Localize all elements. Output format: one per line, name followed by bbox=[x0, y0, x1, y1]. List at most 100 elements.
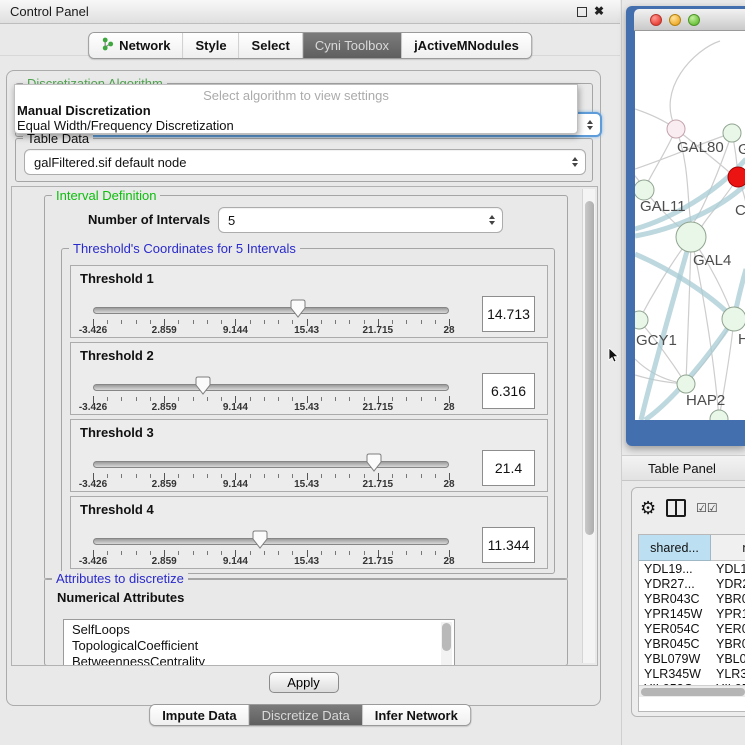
algorithm-option[interactable]: Equal Width/Frequency Discretization bbox=[17, 118, 234, 133]
settings-vertical-scrollbar[interactable] bbox=[582, 189, 595, 663]
table-cell-name[interactable]: YER054C bbox=[716, 622, 745, 637]
tick-mark bbox=[392, 320, 393, 324]
attribute-list-item[interactable]: BetweennessCentrality bbox=[72, 654, 454, 666]
table-row[interactable]: YDR27... YDR27... bbox=[639, 577, 745, 592]
table-row[interactable]: YLR345W YLR345W bbox=[639, 667, 745, 682]
table-row[interactable]: YBR045C YBR045C bbox=[639, 637, 745, 652]
network-node-selected[interactable] bbox=[728, 167, 745, 187]
minimize-traffic-light[interactable] bbox=[669, 14, 681, 26]
threshold-slider-track[interactable] bbox=[93, 307, 449, 314]
table-row[interactable]: YDL19... YDL19... bbox=[639, 562, 745, 577]
column-header-name[interactable]: name bbox=[711, 535, 745, 561]
table-row[interactable]: YBL079W YBL079W bbox=[639, 652, 745, 667]
tab-jactivemnodules[interactable]: jActiveMNodules bbox=[402, 33, 531, 58]
tab-network[interactable]: Network bbox=[89, 33, 183, 58]
threshold-value-field[interactable]: 11.344 bbox=[482, 527, 535, 563]
network-node[interactable] bbox=[676, 222, 706, 252]
tick-mark bbox=[364, 320, 365, 324]
threshold-value-field[interactable]: 21.4 bbox=[482, 450, 535, 486]
tab-infer-network[interactable]: Infer Network bbox=[363, 705, 470, 725]
bottom-tab-bar: Impute DataDiscretize DataInfer Network bbox=[149, 704, 471, 726]
cyni-toolbox-panel: Discretization Algorithm Table Data galF… bbox=[6, 70, 601, 706]
tick-mark bbox=[321, 474, 322, 478]
zoom-traffic-light[interactable] bbox=[688, 14, 700, 26]
top-tab-bar: NetworkStyleSelectCyni ToolboxjActiveMNo… bbox=[88, 32, 532, 59]
tick-mark bbox=[221, 397, 222, 401]
tab-cyni-toolbox[interactable]: Cyni Toolbox bbox=[303, 33, 402, 58]
network-node[interactable] bbox=[677, 375, 695, 393]
threshold-value-field[interactable]: 6.316 bbox=[482, 373, 535, 409]
threshold-slider-track[interactable] bbox=[93, 384, 449, 391]
table-cell-shared-name[interactable]: YBR045C bbox=[644, 637, 700, 652]
table-data-combobox[interactable]: galFiltered.sif default node bbox=[24, 149, 586, 175]
network-node[interactable] bbox=[635, 180, 654, 200]
threshold-slider-track[interactable] bbox=[93, 461, 449, 468]
attribute-list-item[interactable]: SelfLoops bbox=[72, 622, 454, 638]
threshold-slider-thumb[interactable] bbox=[195, 376, 211, 395]
table-horizontal-scrollbar[interactable] bbox=[639, 685, 745, 697]
columns-icon[interactable] bbox=[666, 499, 686, 517]
threshold-slider-thumb[interactable] bbox=[366, 453, 382, 472]
tick-label: -3.426 bbox=[79, 479, 107, 490]
network-node[interactable] bbox=[635, 311, 648, 329]
threshold-slider-thumb[interactable] bbox=[252, 530, 268, 549]
table-cell-name[interactable]: YBR043C bbox=[716, 592, 745, 607]
table-cell-shared-name[interactable]: YBR043C bbox=[644, 592, 700, 607]
tick-mark bbox=[364, 397, 365, 401]
float-window-icon[interactable] bbox=[577, 7, 587, 17]
algorithm-option[interactable]: Manual Discretization bbox=[17, 103, 151, 118]
attributes-list-scrollbar[interactable] bbox=[441, 622, 452, 665]
network-node[interactable] bbox=[710, 410, 728, 420]
table-cell-name[interactable]: YDL19... bbox=[716, 562, 745, 577]
scrollbar-thumb[interactable] bbox=[585, 201, 594, 535]
tab-style[interactable]: Style bbox=[183, 33, 239, 58]
table-cell-shared-name[interactable]: YER054C bbox=[644, 622, 700, 637]
tab-discretize-data[interactable]: Discretize Data bbox=[250, 705, 363, 725]
tick-mark bbox=[335, 397, 336, 401]
network-canvas[interactable]: GAL80GGAL11CGAL4GCY1HHAP2 bbox=[635, 31, 745, 420]
algorithm-dropdown-popup: Select algorithm to view settings Manual… bbox=[14, 84, 578, 134]
close-icon[interactable]: ✖ bbox=[594, 4, 604, 18]
table-cell-name[interactable]: YDR27... bbox=[716, 577, 745, 592]
tick-mark bbox=[221, 551, 222, 555]
thresholds-group: Threshold's Coordinates for 5 Intervals … bbox=[61, 248, 555, 574]
select-columns-checkboxes-icon[interactable]: ☑☑ bbox=[696, 501, 718, 515]
close-traffic-light[interactable] bbox=[650, 14, 662, 26]
attribute-list-item[interactable]: TopologicalCoefficient bbox=[72, 638, 454, 654]
mouse-cursor bbox=[608, 348, 620, 364]
tick-mark bbox=[392, 397, 393, 401]
threshold-slider-track[interactable] bbox=[93, 538, 449, 545]
threshold-slider-thumb[interactable] bbox=[290, 299, 306, 318]
table-cell-shared-name[interactable]: YDR27... bbox=[644, 577, 695, 592]
apply-button[interactable]: Apply bbox=[269, 672, 339, 693]
table-cell-name[interactable]: YPR145W bbox=[716, 607, 745, 622]
threshold-value-field[interactable]: 14.713 bbox=[482, 296, 535, 332]
network-window-titlebar[interactable] bbox=[634, 9, 745, 31]
table-cell-shared-name[interactable]: YBL079W bbox=[644, 652, 700, 667]
table-row[interactable]: YPR145W YPR145W bbox=[639, 607, 745, 622]
tab-select[interactable]: Select bbox=[240, 33, 303, 58]
tick-mark bbox=[392, 551, 393, 555]
table-row[interactable]: YBR043C YBR043C bbox=[639, 592, 745, 607]
table-cell-name[interactable]: YBL079W bbox=[716, 652, 745, 667]
network-view-window[interactable]: GAL80GGAL11CGAL4GCY1HHAP2 bbox=[626, 6, 745, 446]
network-node[interactable] bbox=[667, 120, 685, 138]
numerical-attributes-list[interactable]: SelfLoopsTopologicalCoefficientBetweenne… bbox=[63, 619, 455, 666]
network-node[interactable] bbox=[723, 124, 741, 142]
table-cell-name[interactable]: YBR045C bbox=[716, 637, 745, 652]
tick-mark bbox=[193, 320, 194, 324]
column-header-shared-name[interactable]: shared... bbox=[639, 535, 711, 561]
right-column: GAL80GGAL11CGAL4GCY1HHAP2 Table Panel ⚙ … bbox=[621, 0, 745, 745]
table-cell-shared-name[interactable]: YLR345W bbox=[644, 667, 701, 682]
threshold-label: Threshold 3 bbox=[80, 425, 154, 440]
table-cell-name[interactable]: YLR345W bbox=[716, 667, 745, 682]
table-cell-shared-name[interactable]: YDL19... bbox=[644, 562, 693, 577]
table-cell-shared-name[interactable]: YPR145W bbox=[644, 607, 702, 622]
number-of-intervals-combobox[interactable]: 5 bbox=[218, 207, 503, 233]
tab-impute-data[interactable]: Impute Data bbox=[150, 705, 249, 725]
table-row[interactable]: YER054C YER054C bbox=[639, 622, 745, 637]
network-node[interactable] bbox=[722, 307, 745, 331]
network-node-label: G bbox=[738, 141, 745, 158]
scrollbar-thumb[interactable] bbox=[641, 688, 745, 696]
gear-icon[interactable]: ⚙ bbox=[640, 498, 656, 518]
